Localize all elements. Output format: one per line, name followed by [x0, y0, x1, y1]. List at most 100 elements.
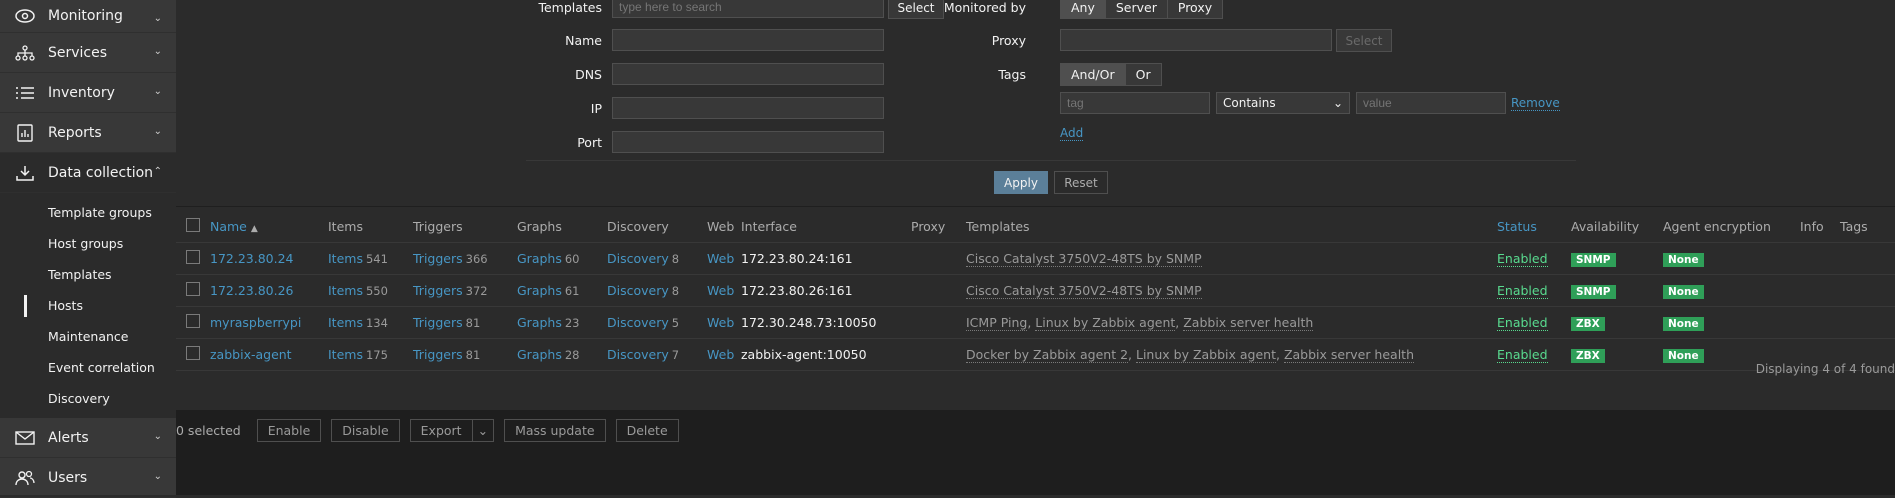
template-link[interactable]: Docker by Zabbix agent 2: [966, 347, 1129, 363]
dns-input[interactable]: [612, 63, 884, 85]
web-link[interactable]: Web: [707, 315, 734, 330]
services-icon: [14, 42, 36, 64]
row-checkbox[interactable]: [186, 282, 200, 296]
template-link[interactable]: Zabbix server health: [1283, 347, 1415, 363]
export-button[interactable]: Export: [409, 418, 473, 442]
name-input[interactable]: [612, 29, 884, 51]
sort-ascending-icon: ▲: [250, 223, 258, 234]
discovery-count: 8: [671, 284, 680, 298]
availability-badge[interactable]: ZBX: [1571, 316, 1605, 331]
header-name-sort[interactable]: Name ▲: [210, 219, 258, 234]
graphs-link[interactable]: Graphs: [517, 251, 562, 266]
triggers-link[interactable]: Triggers: [413, 251, 463, 266]
reset-button[interactable]: Reset: [1054, 171, 1108, 194]
discovery-link[interactable]: Discovery: [607, 347, 669, 362]
menu-label: Monitoring: [48, 8, 123, 24]
tag-name-input[interactable]: [1060, 92, 1210, 114]
sidebar-item-template-groups[interactable]: Template groups: [0, 197, 176, 228]
availability-badge[interactable]: SNMP: [1571, 284, 1616, 299]
tags-andor-option[interactable]: And/Or: [1061, 64, 1125, 85]
monitored-server-option[interactable]: Server: [1104, 0, 1167, 18]
sidebar-item-event-correlation[interactable]: Event correlation: [0, 352, 176, 383]
items-link[interactable]: Items: [328, 251, 363, 266]
ip-input[interactable]: [612, 97, 884, 119]
graphs-link[interactable]: Graphs: [517, 283, 562, 298]
triggers-count: 81: [465, 348, 481, 362]
graphs-link[interactable]: Graphs: [517, 315, 562, 330]
tag-value-input[interactable]: [1356, 92, 1506, 114]
sidebar-item-discovery[interactable]: Discovery: [0, 383, 176, 414]
status-toggle[interactable]: Enabled: [1497, 315, 1548, 331]
triggers-link[interactable]: Triggers: [413, 315, 463, 330]
monitored-proxy-option[interactable]: Proxy: [1166, 0, 1223, 18]
triggers-link[interactable]: Triggers: [413, 283, 463, 298]
template-link[interactable]: ICMP Ping: [966, 315, 1028, 331]
sidebar-item-host-groups[interactable]: Host groups: [0, 228, 176, 259]
items-count: 541: [365, 252, 388, 266]
row-checkbox[interactable]: [186, 346, 200, 360]
monitored-any-option[interactable]: Any: [1061, 0, 1105, 18]
host-name-link[interactable]: zabbix-agent: [210, 347, 292, 362]
tag-operator-select[interactable]: Contains ⌄: [1216, 92, 1350, 114]
info-cell: [1800, 274, 1840, 307]
web-link[interactable]: Web: [707, 251, 734, 266]
select-all-checkbox[interactable]: [186, 217, 200, 232]
status-toggle[interactable]: Enabled: [1497, 251, 1548, 267]
tags-or-option[interactable]: Or: [1124, 64, 1161, 85]
discovery-link[interactable]: Discovery: [607, 283, 669, 298]
triggers-link[interactable]: Triggers: [413, 347, 463, 362]
templates-search-input[interactable]: [612, 0, 884, 18]
table-row: 172.23.80.26 Items 550 Triggers 372 Graphs…: [176, 274, 1895, 307]
graphs-link[interactable]: Graphs: [517, 347, 562, 362]
availability-badge[interactable]: ZBX: [1571, 348, 1605, 363]
enable-button[interactable]: Enable: [256, 418, 322, 442]
remove-tag-link[interactable]: Remove: [1511, 96, 1560, 111]
menu-monitoring[interactable]: Monitoring ⌄: [0, 0, 176, 33]
menu-users[interactable]: Users ⌄: [0, 458, 176, 498]
delete-button[interactable]: Delete: [615, 418, 679, 442]
sidebar-item-maintenance[interactable]: Maintenance: [0, 321, 176, 352]
status-toggle[interactable]: Enabled: [1497, 283, 1548, 299]
menu-data-collection[interactable]: Data collection ⌃: [0, 153, 176, 193]
host-name-link[interactable]: 172.23.80.26: [210, 283, 294, 298]
menu-services[interactable]: Services ⌄: [0, 33, 176, 73]
main-content: Templates Select Name DNS IP Port Monito…: [176, 0, 1895, 495]
discovery-link[interactable]: Discovery: [607, 315, 669, 330]
discovery-link[interactable]: Discovery: [607, 251, 669, 266]
items-link[interactable]: Items: [328, 315, 363, 330]
port-input[interactable]: [612, 131, 884, 153]
row-checkbox[interactable]: [186, 314, 200, 328]
proxy-select-button[interactable]: Select: [1336, 29, 1392, 52]
items-link[interactable]: Items: [328, 283, 363, 298]
mass-update-button[interactable]: Mass update: [504, 418, 606, 442]
chevron-down-icon: ⌄: [153, 13, 162, 24]
row-checkbox[interactable]: [186, 250, 200, 264]
status-toggle[interactable]: Enabled: [1497, 347, 1548, 363]
export-dropdown-chevron-icon[interactable]: ⌄: [472, 418, 495, 442]
items-link[interactable]: Items: [328, 347, 363, 362]
template-link[interactable]: Cisco Catalyst 3750V2-48TS by SNMP: [966, 251, 1202, 267]
data-collection-submenu: Template groups Host groups Templates Ho…: [0, 193, 176, 418]
menu-reports[interactable]: Reports ⌄: [0, 113, 176, 153]
host-name-link[interactable]: 172.23.80.24: [210, 251, 294, 266]
menu-inventory[interactable]: Inventory ⌄: [0, 73, 176, 113]
web-link[interactable]: Web: [707, 283, 734, 298]
host-name-link[interactable]: myraspberrypi: [210, 315, 301, 330]
template-link[interactable]: Linux by Zabbix agent: [1035, 315, 1176, 331]
menu-alerts[interactable]: Alerts ⌄: [0, 418, 176, 458]
template-link[interactable]: Zabbix server health: [1183, 315, 1314, 331]
template-link[interactable]: Linux by Zabbix agent: [1135, 347, 1276, 363]
sidebar-item-hosts[interactable]: Hosts: [0, 290, 176, 321]
proxy-input[interactable]: [1060, 29, 1332, 51]
header-status-sort[interactable]: Status: [1497, 219, 1537, 234]
sidebar-item-templates[interactable]: Templates: [0, 259, 176, 290]
tags-cell: [1840, 306, 1895, 339]
add-tag-link[interactable]: Add: [1060, 126, 1084, 141]
table-row: 172.23.80.24 Items 541 Triggers 366 Graphs…: [176, 242, 1895, 275]
web-link[interactable]: Web: [707, 347, 734, 362]
disable-button[interactable]: Disable: [331, 418, 400, 442]
availability-badge[interactable]: SNMP: [1571, 252, 1616, 267]
apply-button[interactable]: Apply: [994, 171, 1048, 194]
interface-value: 172.23.80.24:161: [741, 242, 911, 275]
template-link[interactable]: Cisco Catalyst 3750V2-48TS by SNMP: [966, 283, 1202, 299]
